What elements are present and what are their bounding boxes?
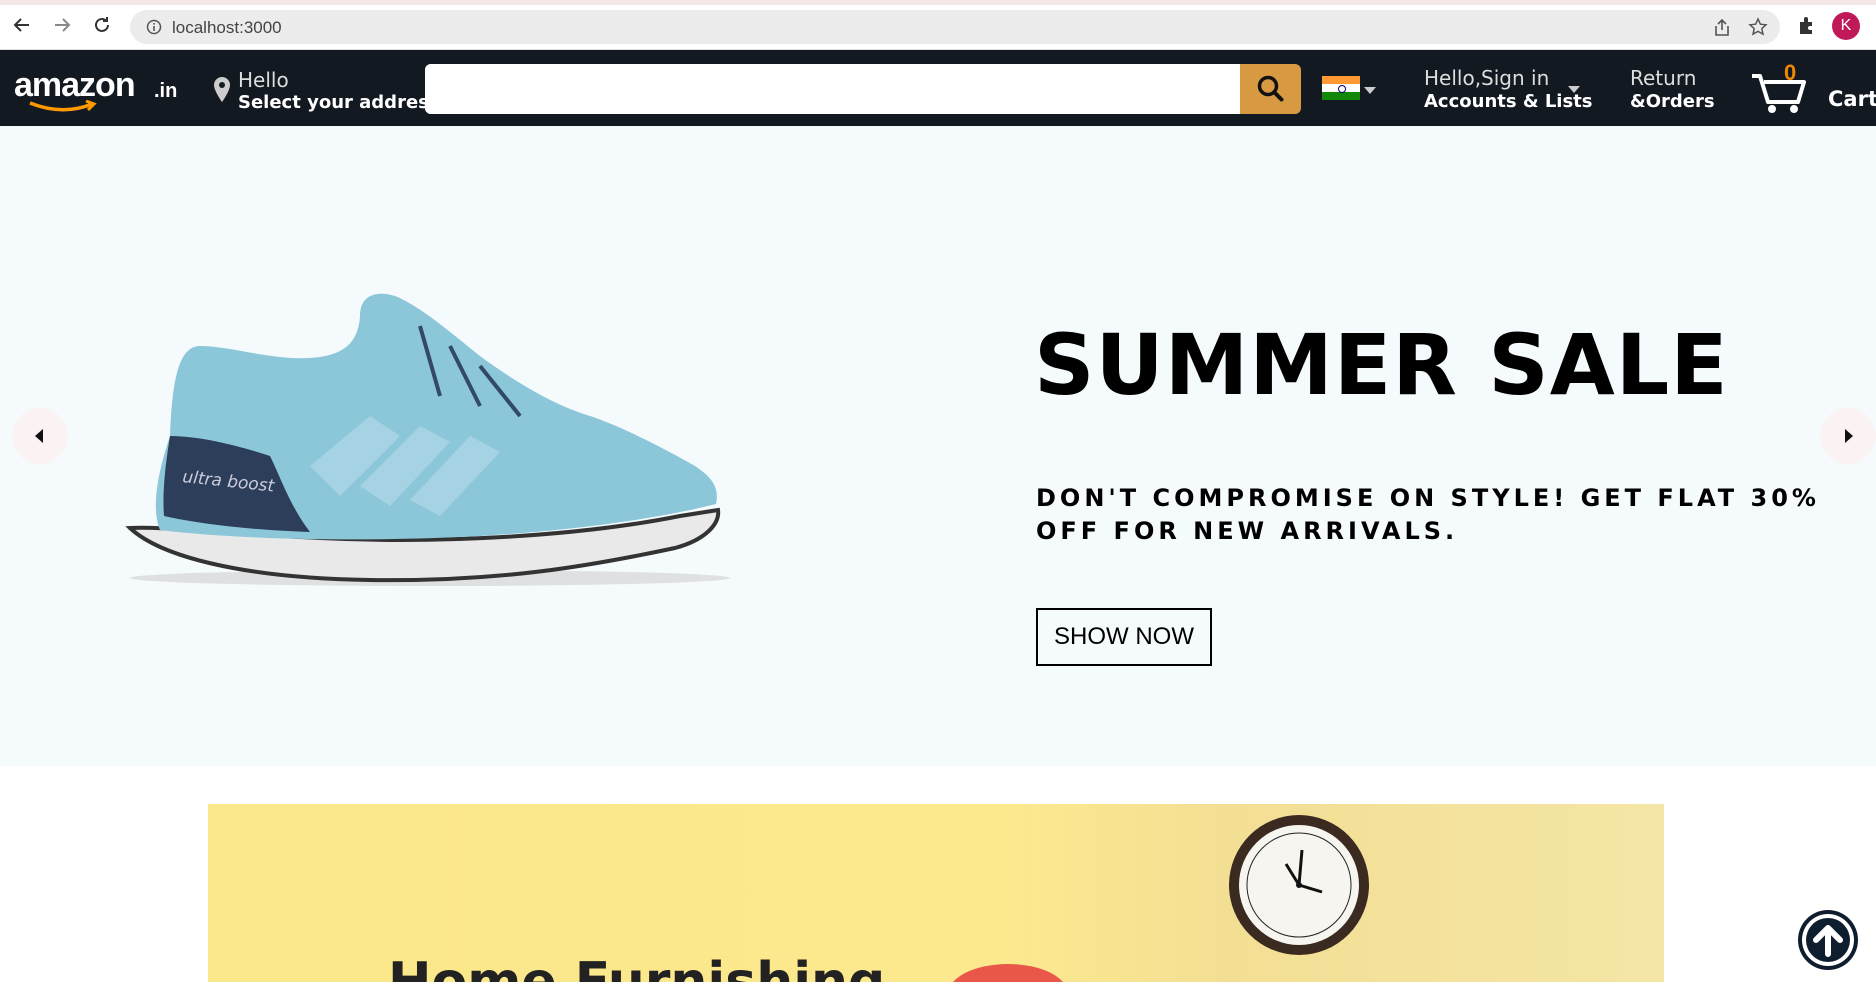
search-icon: [1257, 75, 1283, 102]
bookmark-star-icon[interactable]: [1748, 17, 1768, 37]
reload-icon[interactable]: [90, 13, 114, 37]
site-header: amazon .in Hello Select your address Hel…: [0, 50, 1876, 126]
share-icon[interactable]: [1712, 18, 1732, 38]
account-label: Accounts & Lists: [1424, 91, 1593, 112]
language-caret-icon[interactable]: [1364, 87, 1376, 95]
returns-orders-link[interactable]: Return &Orders: [1630, 64, 1740, 116]
caret-right-icon: [1845, 429, 1853, 443]
deliver-address-selector[interactable]: Hello Select your address: [212, 66, 440, 114]
search-input[interactable]: [425, 64, 1240, 114]
cart-icon: [1752, 74, 1806, 113]
logo-smile-icon: [29, 100, 97, 112]
tab-strip-edge: [0, 0, 1876, 5]
slider-prev-button[interactable]: [12, 408, 68, 464]
amazon-logo[interactable]: amazon .in: [14, 62, 179, 112]
extensions-icon[interactable]: [1796, 14, 1818, 36]
forward-icon[interactable]: [50, 13, 74, 37]
scroll-to-top-button[interactable]: [1798, 910, 1858, 970]
logo-tld: .in: [154, 80, 178, 102]
site-info-icon[interactable]: [146, 19, 162, 35]
address-prompt: Select your address: [238, 92, 440, 113]
arrow-up-circle-icon: [1802, 914, 1854, 966]
back-icon[interactable]: [10, 13, 34, 37]
returns-line1: Return: [1630, 66, 1697, 90]
address-greeting: Hello: [238, 68, 289, 92]
hero-slider: ultra boost SUMMER SALE DON'T COMPROMISE…: [0, 126, 1876, 766]
browser-toolbar: localhost:3000 K: [0, 0, 1876, 50]
profile-avatar[interactable]: K: [1832, 12, 1860, 40]
location-pin-icon: [214, 77, 230, 102]
wall-clock-image: [1229, 815, 1369, 955]
slider-next-button[interactable]: [1820, 408, 1876, 464]
banner-decor-object: [948, 964, 1068, 982]
address-bar[interactable]: localhost:3000: [130, 10, 1780, 44]
cart-label: Cart: [1828, 87, 1876, 111]
search-button[interactable]: [1240, 64, 1301, 114]
caret-left-icon: [35, 429, 43, 443]
url-text[interactable]: localhost:3000: [172, 18, 282, 38]
cart-link[interactable]: 0 Cart: [1750, 60, 1876, 116]
show-now-button[interactable]: SHOW NOW: [1036, 608, 1212, 666]
banner-heading: Home Furnishing: [388, 952, 886, 982]
hero-description: DON'T COMPROMISE ON STYLE! GET FLAT 30% …: [1036, 484, 1820, 545]
india-flag-icon[interactable]: [1322, 76, 1360, 100]
shoe-image: ultra boost: [120, 286, 740, 606]
account-greeting: Hello,Sign in: [1424, 66, 1550, 90]
cart-count: 0: [1784, 60, 1797, 85]
home-furnishing-banner[interactable]: Home Furnishing: [208, 804, 1664, 982]
returns-line2: &Orders: [1630, 91, 1715, 112]
account-caret-icon[interactable]: [1568, 86, 1580, 94]
search-box: [425, 64, 1240, 114]
hero-title: SUMMER SALE: [1034, 316, 1729, 414]
